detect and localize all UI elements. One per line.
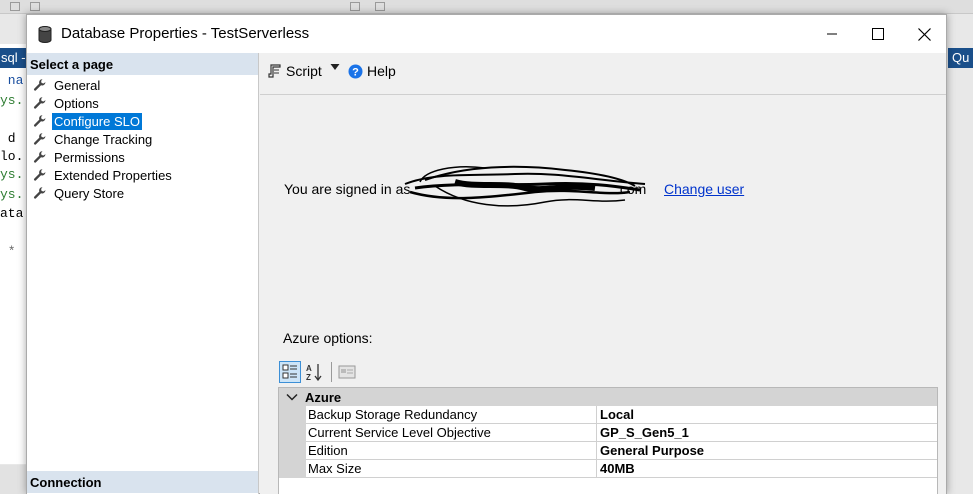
- property-value[interactable]: GP_S_Gen5_1: [597, 424, 937, 442]
- script-icon: [268, 64, 281, 78]
- window-title: Database Properties - TestServerless: [61, 25, 310, 42]
- property-pages-button[interactable]: [336, 361, 358, 383]
- background-right-tab[interactable]: Qu: [948, 48, 973, 68]
- connection-header: Connection: [27, 471, 258, 493]
- page-item-extended-properties[interactable]: Extended Properties: [33, 166, 174, 184]
- wrench-icon: [33, 187, 46, 199]
- page-item-options[interactable]: Options: [33, 94, 101, 112]
- wrench-icon: [33, 97, 46, 109]
- minimize-button[interactable]: [809, 15, 855, 53]
- configure-slo-page: Script ? Help You are signed in as .com: [260, 53, 946, 494]
- grid-category-label: Azure: [305, 389, 342, 405]
- property-pages-icon: [338, 365, 356, 379]
- wrench-icon: [33, 151, 46, 163]
- grid-row-gutter: [279, 442, 306, 460]
- script-dropdown-button[interactable]: [330, 63, 340, 71]
- property-name: Max Size: [306, 460, 597, 478]
- page-selector-pane: Select a page General Options Configure …: [27, 53, 259, 494]
- page-item-label: Permissions: [54, 149, 125, 165]
- property-name: Edition: [306, 442, 597, 460]
- page-item-change-tracking[interactable]: Change Tracking: [33, 130, 154, 148]
- help-icon: ?: [348, 64, 363, 78]
- signed-in-text: You are signed in as: [284, 181, 411, 197]
- grid-row-edition[interactable]: Edition General Purpose: [279, 442, 937, 460]
- page-item-label: General: [54, 77, 101, 93]
- background-toolbar-icon: [10, 2, 20, 11]
- background-toolbar: [0, 0, 973, 14]
- grid-row-gutter: [279, 424, 306, 442]
- grid-category-azure[interactable]: Azure: [279, 388, 937, 406]
- dropdown-arrow-icon: [330, 64, 340, 70]
- close-button[interactable]: [901, 15, 947, 53]
- property-value[interactable]: General Purpose: [597, 442, 937, 460]
- wrench-icon: [33, 79, 46, 91]
- grid-row-backup-storage-redundancy[interactable]: Backup Storage Redundancy Local: [279, 406, 937, 424]
- page-item-label: Extended Properties: [54, 167, 172, 183]
- background-code-line: ys.: [0, 167, 24, 182]
- alphabetical-view-button[interactable]: AZ: [303, 361, 325, 383]
- page-item-label: Options: [54, 95, 99, 111]
- page-item-permissions[interactable]: Permissions: [33, 148, 127, 166]
- script-button[interactable]: Script: [268, 63, 322, 79]
- property-name: Current Service Level Objective: [306, 424, 597, 442]
- background-toolbar-icon: [350, 2, 360, 11]
- property-value[interactable]: 40MB: [597, 460, 937, 478]
- database-properties-dialog: Database Properties - TestServerless Sel…: [26, 14, 947, 494]
- grid-row-gutter: [279, 460, 306, 478]
- redacted-scribble: [404, 165, 646, 207]
- database-icon: [38, 26, 52, 43]
- maximize-button[interactable]: [855, 15, 901, 53]
- wrench-icon: [33, 115, 46, 127]
- help-label: Help: [367, 63, 396, 79]
- page-item-query-store[interactable]: Query Store: [33, 184, 126, 202]
- property-grid-toolbar: AZ: [279, 360, 360, 384]
- select-page-header: Select a page: [27, 53, 258, 75]
- change-user-link[interactable]: Change user: [664, 181, 744, 197]
- background-code-line: lo.: [0, 149, 24, 164]
- grid-row-current-service-level-objective[interactable]: Current Service Level Objective GP_S_Gen…: [279, 424, 937, 442]
- property-value[interactable]: Local: [597, 406, 937, 424]
- wrench-icon: [33, 133, 46, 145]
- categorized-view-button[interactable]: [279, 361, 301, 383]
- svg-text:A: A: [306, 364, 312, 373]
- azure-options-label: Azure options:: [283, 330, 373, 346]
- svg-text:?: ?: [352, 66, 359, 78]
- background-code-line: *: [0, 244, 16, 259]
- close-icon: [917, 27, 931, 41]
- background-toolbar-icon: [30, 2, 40, 11]
- grid-row-gutter: [279, 406, 306, 424]
- page-item-label: Query Store: [54, 185, 125, 201]
- page-item-general[interactable]: General: [33, 76, 102, 94]
- page-content: You are signed in as .com Change user Az…: [260, 96, 946, 494]
- background-toolbar-icon: [375, 2, 385, 11]
- wrench-icon: [33, 169, 46, 181]
- title-bar[interactable]: Database Properties - TestServerless: [27, 15, 946, 53]
- background-code-line: ys.: [0, 93, 24, 108]
- background-code-line: na: [0, 73, 24, 88]
- background-code-line: ys.: [0, 187, 24, 202]
- azure-options-property-grid: Azure Backup Storage Redundancy Local Cu…: [278, 387, 938, 494]
- collapse-chevron-icon[interactable]: [279, 393, 305, 401]
- page-item-label: Configure SLO: [52, 112, 142, 130]
- property-name: Backup Storage Redundancy: [306, 406, 597, 424]
- page-toolbar: Script ? Help: [260, 53, 946, 95]
- help-button[interactable]: ? Help: [348, 63, 396, 79]
- sort-az-icon: AZ: [306, 364, 322, 381]
- page-item-configure-slo[interactable]: Configure SLO: [33, 112, 142, 130]
- background-code-line: d: [0, 131, 16, 146]
- background-code-line: ata: [0, 206, 24, 221]
- categorized-icon: [282, 364, 297, 379]
- grid-row-max-size[interactable]: Max Size 40MB: [279, 460, 937, 478]
- minimize-icon: [827, 33, 837, 35]
- svg-text:Z: Z: [306, 373, 311, 381]
- script-label: Script: [286, 63, 322, 79]
- toolbar-separator: [331, 362, 332, 382]
- maximize-icon: [872, 28, 884, 40]
- page-item-label: Change Tracking: [54, 131, 153, 147]
